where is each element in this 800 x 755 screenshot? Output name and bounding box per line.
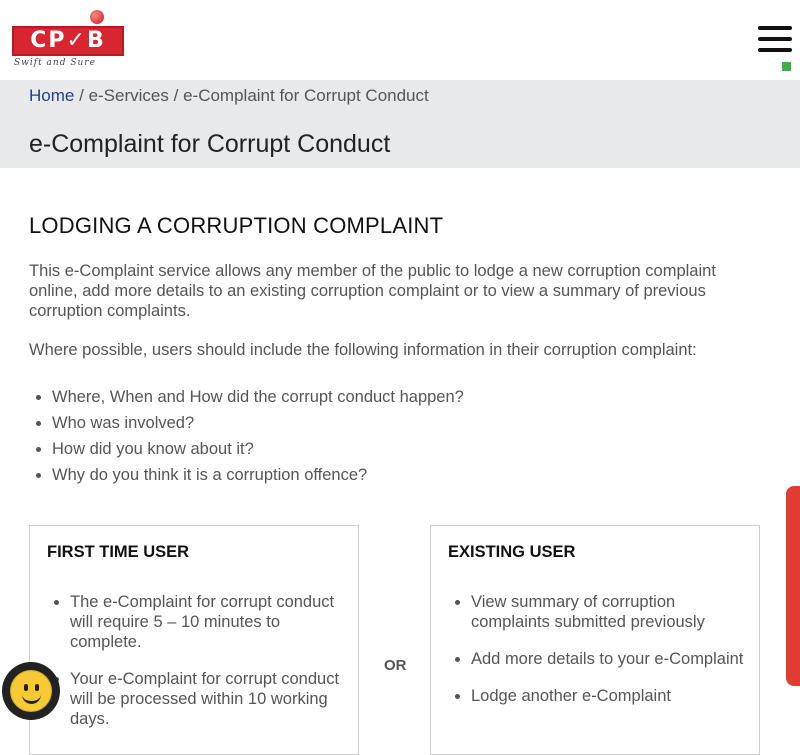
page-title: e-Complaint for Corrupt Conduct — [29, 130, 391, 158]
list-item: Why do you think it is a corruption offe… — [52, 465, 464, 491]
section-heading: LODGING A CORRUPTION COMPLAINT — [29, 213, 444, 238]
card-list: The e-Complaint for corrupt conduct will… — [47, 592, 350, 746]
status-indicator-icon — [782, 62, 791, 71]
list-item: Lodge another e-Complaint — [471, 686, 751, 706]
list-item: How did you know about it? — [52, 439, 464, 465]
first-time-user-card[interactable]: FIRST TIME USER The e-Complaint for corr… — [29, 525, 359, 755]
list-item: Where, When and How did the corrupt cond… — [52, 387, 464, 413]
info-intro-paragraph: Where possible, users should include the… — [29, 341, 697, 359]
breadcrumb: Home / e-Services / e-Complaint for Corr… — [29, 86, 429, 106]
list-item: The e-Complaint for corrupt conduct will… — [70, 592, 350, 652]
existing-user-card[interactable]: EXISTING USER View summary of corruption… — [430, 525, 760, 755]
breadcrumb-services[interactable]: e-Services — [89, 86, 169, 105]
cpib-logo[interactable]: CP✓B Swift and Sure — [12, 8, 127, 72]
logo-text: CP✓B — [12, 26, 124, 56]
feedback-smiley-icon[interactable] — [2, 662, 60, 720]
intro-paragraph: This e-Complaint service allows any memb… — [29, 262, 716, 320]
breadcrumb-separator: / — [173, 86, 179, 105]
list-item: Your e-Complaint for corrupt conduct wil… — [70, 669, 350, 729]
or-label: OR — [384, 657, 407, 674]
breadcrumb-home-link[interactable]: Home — [29, 86, 74, 105]
hamburger-menu-icon[interactable] — [758, 26, 792, 54]
feedback-side-tab[interactable] — [786, 486, 800, 686]
logo-tagline: Swift and Sure — [14, 58, 96, 68]
list-item: Who was involved? — [52, 413, 464, 439]
card-list: View summary of corruption complaints su… — [448, 592, 751, 723]
smiley-face-icon — [10, 670, 52, 712]
card-title: EXISTING USER — [448, 543, 576, 561]
list-item: Add more details to your e-Complaint — [471, 649, 751, 669]
logo-ball-icon — [90, 10, 104, 24]
breadcrumb-current: e-Complaint for Corrupt Conduct — [183, 86, 429, 105]
breadcrumb-separator: / — [79, 86, 84, 105]
site-header: CP✓B Swift and Sure — [0, 0, 800, 80]
list-item: View summary of corruption complaints su… — [471, 592, 751, 632]
info-list: Where, When and How did the corrupt cond… — [29, 387, 464, 491]
card-title: FIRST TIME USER — [47, 543, 190, 561]
title-band: Home / e-Services / e-Complaint for Corr… — [0, 80, 800, 168]
